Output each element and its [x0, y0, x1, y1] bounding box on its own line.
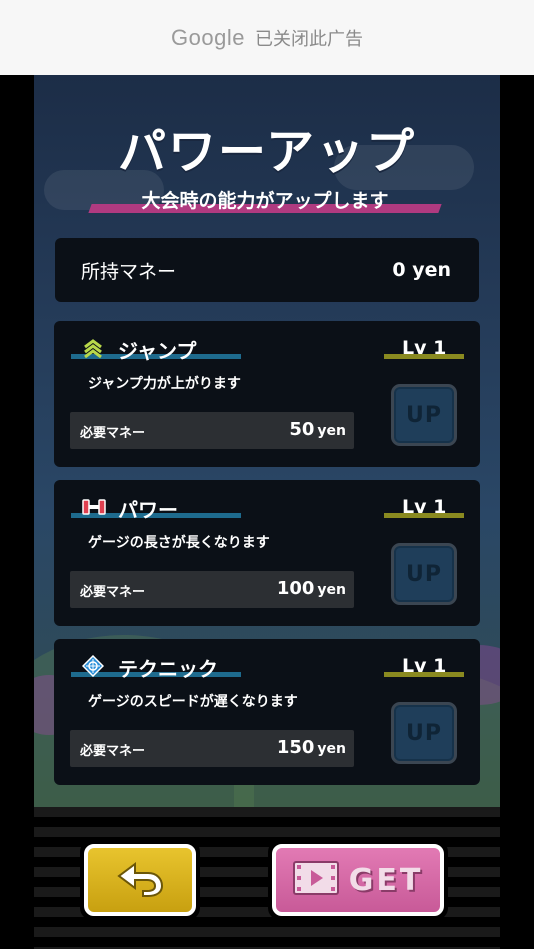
money-label: 所持マネー: [81, 260, 177, 283]
cost-value: 50: [289, 419, 315, 440]
upgrade-cost: 必要マネー 50 yen: [70, 412, 354, 449]
subtitle-banner: 大会時の能力がアップします: [88, 186, 442, 218]
technique-crosshair-icon: [81, 654, 105, 678]
cost-value: 100: [276, 578, 315, 599]
upgrade-level: Lv 1: [402, 337, 447, 359]
cost-label: 必要マネー: [80, 744, 146, 759]
power-dumbbell-icon: [82, 496, 106, 518]
ad-brand: Google: [171, 24, 245, 50]
get-button-label: GET: [348, 862, 424, 898]
page-subtitle: 大会時の能力がアップします: [141, 190, 389, 212]
upgrade-level: Lv 1: [402, 496, 447, 518]
up-button-label: UP: [406, 561, 442, 587]
up-button-label: UP: [406, 402, 442, 428]
cost-label: 必要マネー: [80, 426, 146, 441]
upgrade-description: ゲージの長さが長くなります: [88, 535, 270, 551]
cost-unit: yen: [317, 423, 346, 439]
page-title: パワーアップ: [117, 124, 417, 180]
get-video-button[interactable]: GET: [268, 840, 448, 920]
upgrade-up-button[interactable]: UP: [391, 702, 457, 764]
film-icon: [292, 861, 339, 899]
upgrade-card-technique: テクニック Lv 1 ゲージのスピードが遅くなります 必要マネー 150 yen …: [54, 639, 480, 785]
upgrade-description: ゲージのスピードが遅くなります: [88, 694, 298, 710]
back-button[interactable]: [80, 840, 200, 920]
upgrade-card-jump: ジャンプ Lv 1 ジャンプ力が上がります 必要マネー 50 yen UP: [54, 321, 480, 467]
ad-closed-banner: Google 已关闭此广告: [0, 0, 534, 75]
jump-chevrons-icon: [82, 337, 104, 359]
upgrade-cost: 必要マネー 150 yen: [70, 730, 354, 767]
upgrade-up-button[interactable]: UP: [391, 543, 457, 605]
cost-unit: yen: [317, 741, 346, 757]
upgrade-name: ジャンプ: [118, 339, 197, 363]
upgrade-card-power: パワー Lv 1 ゲージの長さが長くなります 必要マネー 100 yen UP: [54, 480, 480, 626]
upgrade-up-button[interactable]: UP: [391, 384, 457, 446]
cost-label: 必要マネー: [80, 585, 146, 600]
upgrade-cost: 必要マネー 100 yen: [70, 571, 354, 608]
return-arrow-icon: [113, 858, 167, 902]
cost-unit: yen: [317, 582, 346, 598]
up-button-label: UP: [406, 720, 442, 746]
upgrade-name: パワー: [118, 498, 178, 522]
money-value: 0 yen: [392, 259, 451, 281]
upgrade-description: ジャンプ力が上がります: [88, 376, 241, 392]
upgrade-level: Lv 1: [402, 655, 447, 677]
cost-value: 150: [276, 737, 315, 758]
money-panel: 所持マネー 0 yen: [55, 238, 479, 302]
ad-closed-text: 已关闭此广告: [254, 28, 363, 50]
upgrade-name: テクニック: [118, 657, 218, 681]
